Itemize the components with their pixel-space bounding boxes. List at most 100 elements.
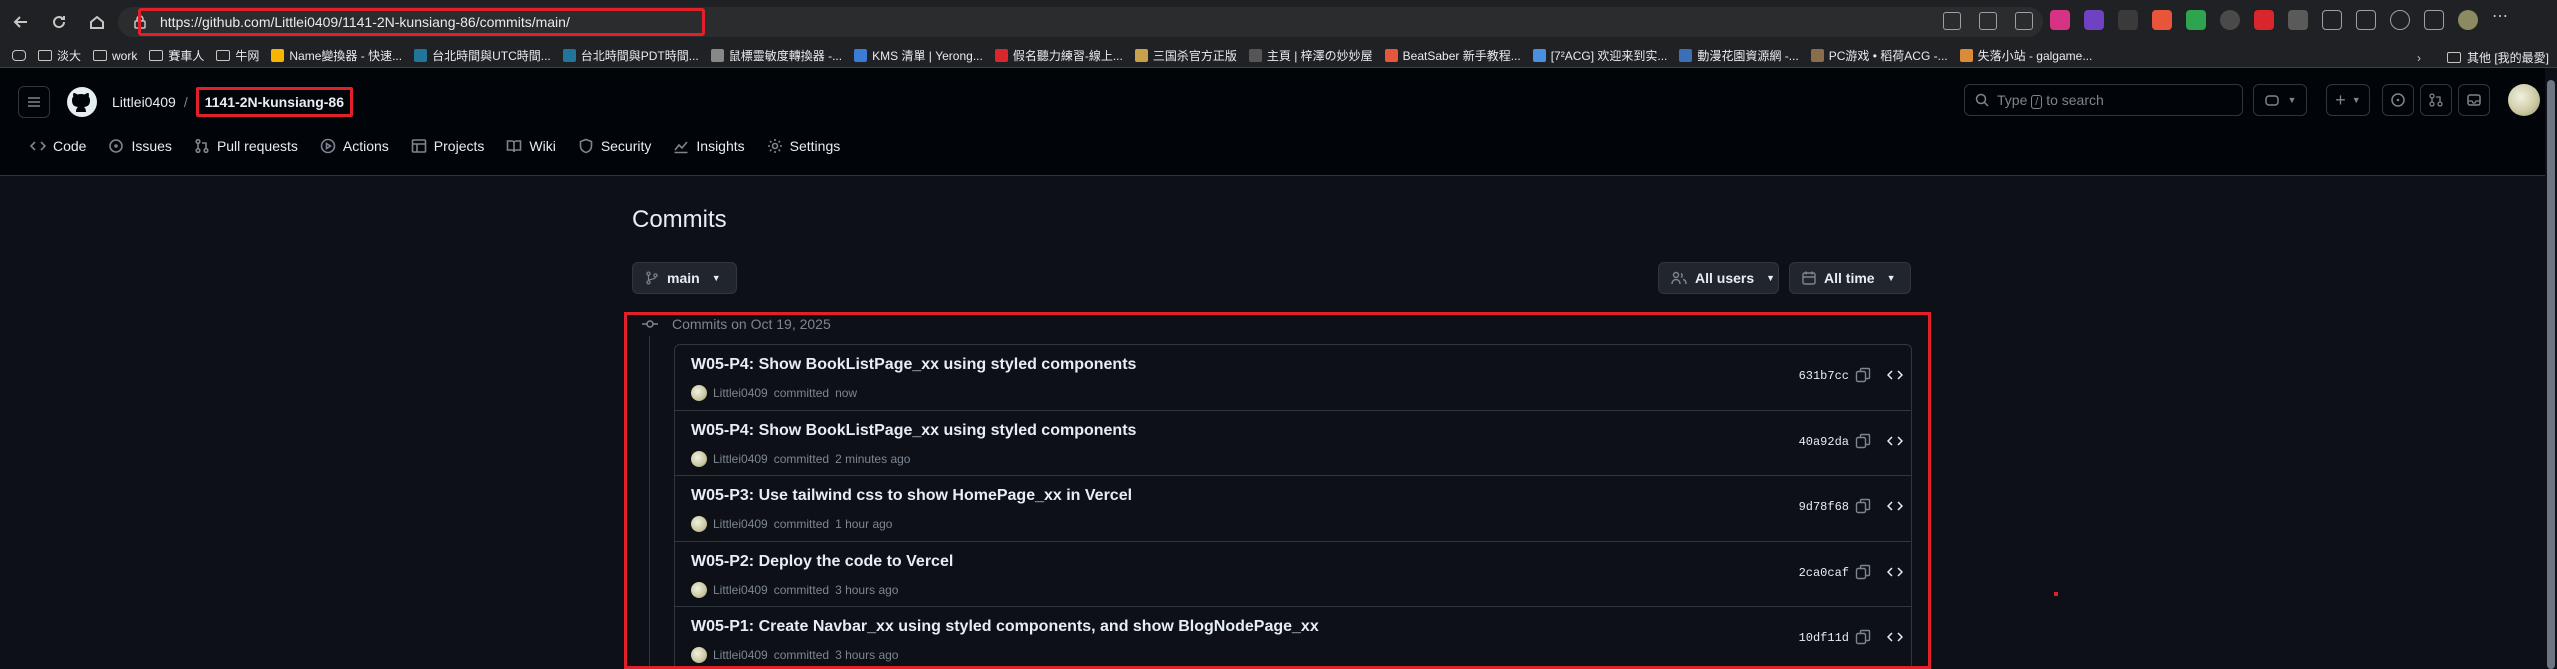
branch-selector[interactable]: main ▼ (632, 262, 737, 294)
favorites-icon[interactable] (2356, 10, 2376, 30)
notifications-button[interactable] (2458, 84, 2490, 116)
tab-code[interactable]: Code (22, 132, 94, 160)
plus-icon: + (2335, 89, 2346, 110)
tab-insights[interactable]: Insights (665, 132, 752, 160)
tab-label: Settings (789, 138, 841, 154)
search-input[interactable]: Type / to search (1964, 84, 2243, 116)
issues-button[interactable] (2382, 84, 2414, 116)
tab-settings[interactable]: Settings (759, 132, 849, 160)
menu-button[interactable] (18, 86, 50, 118)
url-text[interactable]: https://github.com/Littlei0409/1141-2N-k… (160, 14, 570, 30)
tab-issues[interactable]: Issues (100, 132, 179, 160)
graph-icon (674, 141, 689, 154)
folder-icon (93, 50, 108, 61)
back-button[interactable] (4, 5, 38, 39)
copilot-icon (2264, 95, 2279, 106)
history-icon[interactable] (2390, 10, 2410, 30)
read-aloud-icon[interactable] (1979, 12, 1997, 30)
users-filter-button[interactable]: All users ▼ (1658, 262, 1779, 294)
page-scrollbar-thumb[interactable] (2547, 80, 2555, 669)
bookmark-label: 台北時間與UTC時間... (432, 49, 551, 63)
chevron-down-icon: ▼ (2287, 95, 2297, 105)
bookmark-item[interactable]: 動漫花園資源網 -... (1679, 47, 1799, 64)
bookmark-item[interactable]: 台北時間與PDT時間... (562, 47, 699, 64)
split-screen-icon[interactable] (1943, 12, 1961, 30)
extensions-puzzle-icon[interactable] (2322, 10, 2342, 30)
bookmark-label: 三国杀官方正版 (1152, 49, 1237, 63)
favicon-icon (414, 49, 428, 62)
extension-icon[interactable] (2050, 10, 2070, 30)
folder-icon (38, 50, 52, 61)
extension-icon[interactable] (2220, 10, 2240, 30)
repo-owner-link[interactable]: Littlei0409 (112, 94, 176, 110)
extension-icon[interactable] (2084, 10, 2104, 30)
bookmark-item[interactable]: work (93, 49, 137, 63)
tab-actions[interactable]: Actions (312, 132, 397, 160)
time-filter-button[interactable]: All time ▼ (1789, 262, 1911, 294)
folder-icon (2446, 52, 2461, 63)
chevron-right-icon[interactable]: › (2417, 51, 2421, 65)
bookmark-item[interactable]: 淡大 (38, 47, 81, 64)
bookmark-label: [7²ACG] 欢迎来到实... (1550, 49, 1668, 63)
copilot-button[interactable]: ▼ (2253, 84, 2307, 116)
favicon-icon (1384, 49, 1398, 62)
more-menu-icon[interactable]: ⋯ (2492, 9, 2512, 30)
bookmark-item[interactable]: 假名聽力練習-線上... (994, 47, 1123, 64)
bookmark-item[interactable]: 失落小站 - galgame... (1959, 47, 2092, 64)
favorite-star-icon[interactable] (2015, 12, 2033, 30)
home-button[interactable] (80, 5, 114, 39)
bookmark-item[interactable]: 牛网 (216, 47, 259, 64)
gear-icon (767, 139, 782, 153)
other-favorites[interactable]: › 其他 [我的最愛] (2417, 49, 2549, 66)
bookmark-item[interactable]: 三国杀官方正版 (1134, 47, 1237, 64)
tab-security[interactable]: Security (570, 132, 660, 160)
inbox-icon (2467, 94, 2481, 106)
bookmark-label: 台北時間與PDT時間... (580, 49, 699, 63)
tab-label: Actions (342, 138, 389, 154)
bookmark-item[interactable]: [7²ACG] 欢迎来到实... (1532, 47, 1668, 64)
extension-icon[interactable] (2254, 10, 2274, 30)
favicon-icon (1532, 49, 1546, 62)
profile-avatar[interactable] (2458, 10, 2478, 30)
bookmark-label: 牛网 (235, 49, 260, 63)
folder-icon (216, 50, 231, 61)
user-avatar[interactable] (2508, 84, 2540, 116)
favicon-icon (854, 49, 868, 62)
repo-name-link[interactable]: 1141-2N-kunsiang-86 (195, 87, 354, 117)
extension-icon[interactable] (2186, 10, 2206, 30)
favicon-icon (271, 49, 285, 62)
chevron-down-icon: ▼ (1766, 273, 1776, 283)
bookmark-item[interactable]: 台北時間與UTC時間... (414, 47, 551, 64)
bookmark-item[interactable]: PC游戏 • 稻荷ACG -... (1810, 47, 1948, 64)
bookmark-label: 鼠標靈敏度轉換器 -... (728, 49, 843, 63)
bookmark-item[interactable]: Name變換器 - 快速... (271, 47, 402, 64)
pull-request-icon (2429, 93, 2443, 107)
extension-icon[interactable] (2288, 10, 2308, 30)
pull-requests-button[interactable] (2420, 84, 2452, 116)
bookmark-item[interactable]: BeatSaber 新手教程... (1384, 47, 1521, 64)
tab-wiki[interactable]: Wiki (498, 132, 563, 160)
chevron-down-icon: ▼ (2351, 95, 2361, 105)
page-title: Commits (632, 206, 727, 233)
download-icon[interactable] (2424, 10, 2444, 30)
tab-pull-requests[interactable]: Pull requests (186, 132, 306, 160)
github-logo-icon[interactable] (66, 86, 98, 118)
tab-projects[interactable]: Projects (403, 132, 493, 160)
tab-label: Wiki (529, 138, 556, 154)
favicon-icon (710, 49, 724, 62)
reload-button[interactable] (42, 5, 76, 39)
bookmarks-bar: 淡大 work 賽車人 牛网 Name變換器 - 快速... 台北時間與UTC時間... 台… (0, 44, 2557, 68)
chevron-down-icon: ▼ (711, 273, 721, 283)
tab-label: Insights (696, 138, 745, 154)
other-favorites-label: 其他 [我的最愛] (2466, 51, 2549, 65)
create-new-button[interactable]: + ▼ (2326, 84, 2370, 116)
address-bar[interactable]: https://github.com/Littlei0409/1141-2N-k… (118, 7, 2043, 37)
bookmarks-app-icon[interactable] (12, 50, 26, 61)
bookmark-item[interactable]: 鼠標靈敏度轉換器 -... (710, 47, 843, 64)
favicon-icon (1134, 49, 1148, 62)
extension-icon[interactable] (2152, 10, 2172, 30)
bookmark-item[interactable]: 主頁 | 梓澤の妙妙屋 (1248, 47, 1373, 64)
bookmark-item[interactable]: 賽車人 (149, 47, 204, 64)
extension-icon[interactable] (2118, 10, 2138, 30)
bookmark-item[interactable]: KMS 清單 | Yerong... (854, 47, 983, 64)
